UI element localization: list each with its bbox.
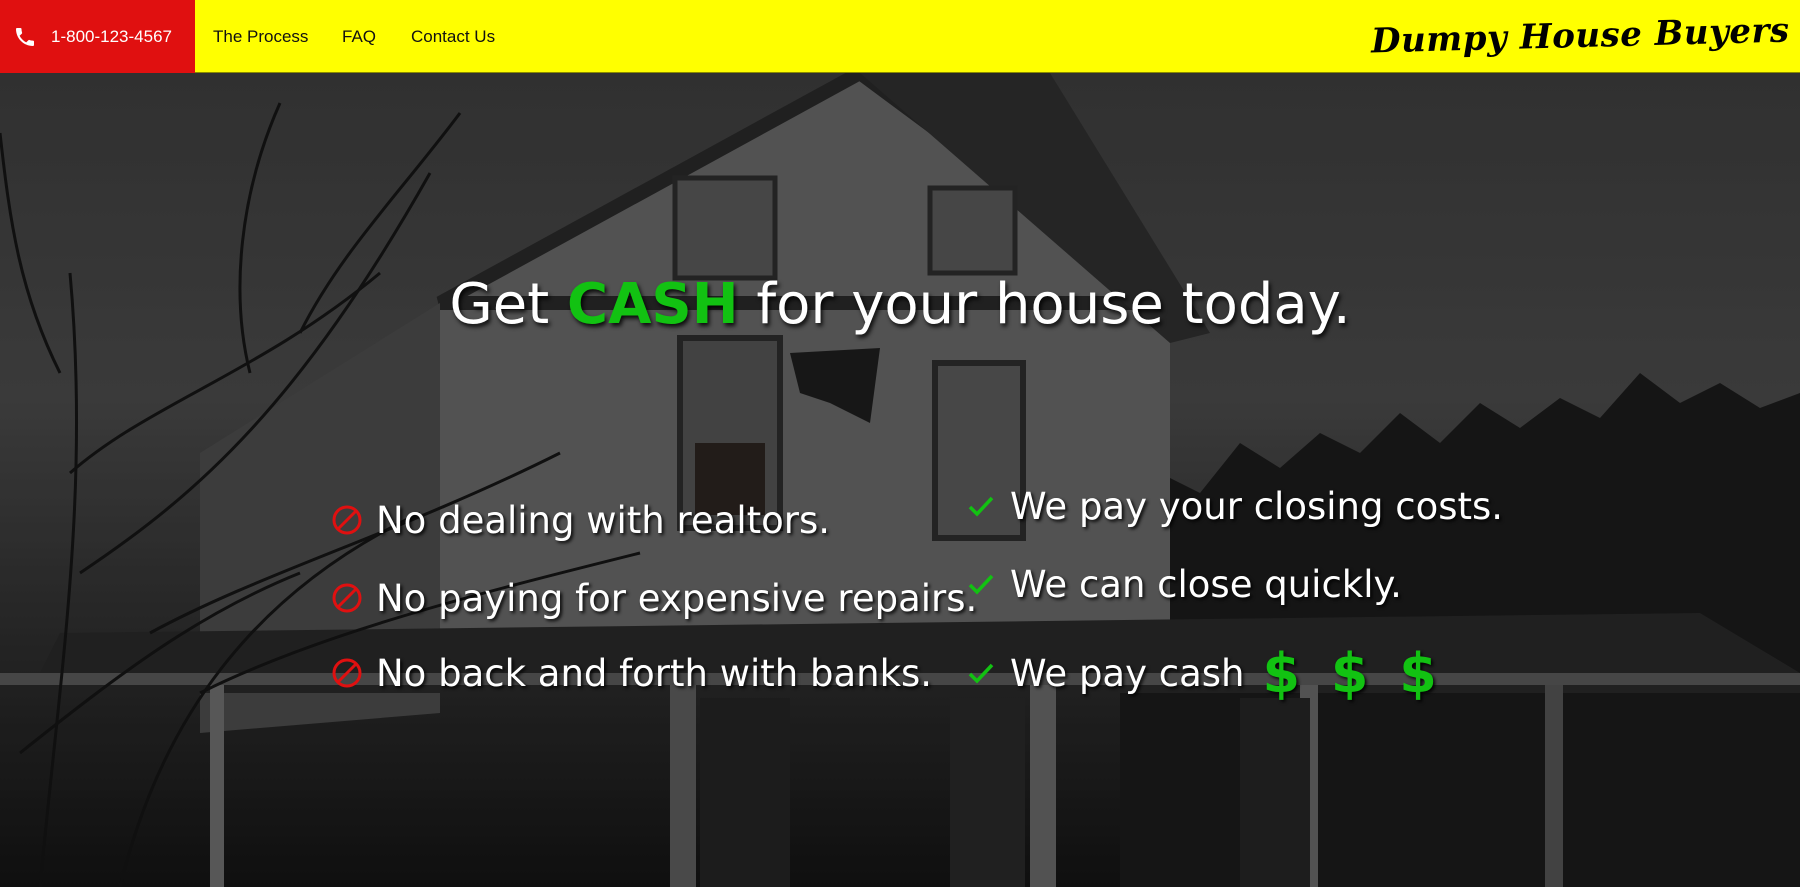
con-item-banks: No back and forth with banks. (330, 648, 932, 698)
phone-number: 1-800-123-4567 (51, 26, 172, 46)
con-text: No dealing with realtors. (376, 498, 831, 542)
con-text: No back and forth with banks. (376, 651, 933, 695)
pro-item-closing-costs: We pay your closing costs. (964, 481, 1503, 531)
dollar-signs: $ $ $ (1262, 641, 1443, 705)
checkmark-icon (968, 496, 994, 517)
nav-link-the-process[interactable]: The Process (213, 0, 308, 73)
headline-cash: CASH (566, 272, 739, 337)
con-item-realtors: No dealing with realtors. (330, 495, 830, 545)
no-symbol-icon (332, 505, 362, 535)
nav-link-contact-us[interactable]: Contact Us (411, 0, 495, 73)
background-dim-overlay (0, 73, 1800, 887)
brand-logo[interactable]: Dumpy House Buyers (1371, 0, 1791, 78)
hero-section: Get CASH for your house today. No dealin… (0, 73, 1800, 887)
nav-link-faq[interactable]: FAQ (342, 0, 376, 73)
no-symbol-icon (332, 658, 362, 688)
pro-item-pay-cash: We pay cash $ $ $ (964, 642, 1443, 705)
phone-icon (16, 27, 34, 46)
hero-headline: Get CASH for your house today. (0, 260, 1800, 350)
headline-rest: for your house today. (756, 272, 1351, 337)
pro-text: We pay your closing costs. (1010, 484, 1504, 528)
pro-item-close-quickly: We can close quickly. (964, 559, 1402, 609)
phone-call-button[interactable]: 1-800-123-4567 (0, 0, 195, 73)
checkmark-icon (968, 574, 994, 595)
con-item-repairs: No paying for expensive repairs. (330, 573, 977, 623)
checkmark-icon (968, 663, 994, 684)
con-text: No paying for expensive repairs. (376, 576, 978, 620)
no-symbol-icon (332, 583, 362, 613)
pro-text: We pay cash (1010, 651, 1245, 695)
top-navigation-bar: 1-800-123-4567 The Process FAQ Contact U… (0, 0, 1800, 73)
headline-get: Get (449, 272, 550, 337)
pro-text: We can close quickly. (1010, 562, 1402, 606)
